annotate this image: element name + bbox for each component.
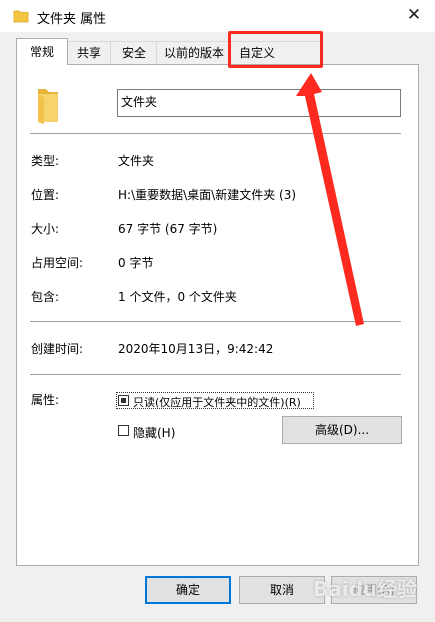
tab-sharing[interactable]: 共享 — [66, 41, 112, 64]
divider — [30, 374, 401, 375]
tab-label: 共享 — [76, 46, 101, 60]
general-panel — [16, 64, 419, 566]
close-button[interactable]: ✕ — [403, 5, 425, 25]
watermark-logo: Baidu经验 — [313, 577, 418, 601]
advanced-button[interactable]: 高级(D)... — [282, 416, 402, 444]
folder-icon — [38, 89, 58, 124]
size-on-disk-label: 占用空间: — [31, 256, 84, 270]
size-on-disk-value: 0 字节 — [118, 256, 154, 270]
folder-icon — [13, 10, 29, 23]
type-value: 文件夹 — [118, 154, 155, 168]
window-title: 文件夹 属性 — [37, 12, 107, 27]
annotation-highlight-box — [228, 31, 323, 68]
contains-value: 1 个文件，0 个文件夹 — [118, 290, 237, 304]
attributes-label: 属性: — [31, 393, 60, 407]
location-label: 位置: — [31, 188, 60, 202]
size-label: 大小: — [31, 222, 60, 236]
size-value: 67 字节 (67 字节) — [118, 222, 218, 236]
tab-previous-versions[interactable]: 以前的版本 — [156, 41, 232, 64]
location-value: H:\重要数据\桌面\新建文件夹 (3) — [118, 188, 297, 202]
divider — [30, 321, 401, 322]
close-icon[interactable]: ✕ — [407, 5, 421, 25]
divider — [30, 133, 401, 134]
hidden-checkbox[interactable] — [118, 425, 129, 436]
folder-name-input[interactable]: 文件夹 — [117, 89, 401, 117]
tab-general[interactable]: 常规 — [16, 38, 68, 65]
readonly-label[interactable]: 只读(仅应用于文件夹中的文件)(R) — [133, 394, 301, 410]
tab-label: 以前的版本 — [163, 46, 224, 60]
contains-label: 包含: — [31, 290, 60, 304]
readonly-checkbox[interactable] — [118, 395, 129, 406]
type-label: 类型: — [31, 154, 60, 168]
ok-button[interactable]: 确定 — [145, 576, 231, 604]
hidden-label[interactable]: 隐藏(H) — [133, 424, 175, 441]
created-value: 2020年10月13日，9:42:42 — [118, 342, 274, 356]
created-label: 创建时间: — [31, 342, 84, 356]
tab-security[interactable]: 安全 — [110, 41, 158, 64]
tab-label: 常规 — [29, 45, 54, 59]
tab-label: 安全 — [121, 46, 146, 60]
